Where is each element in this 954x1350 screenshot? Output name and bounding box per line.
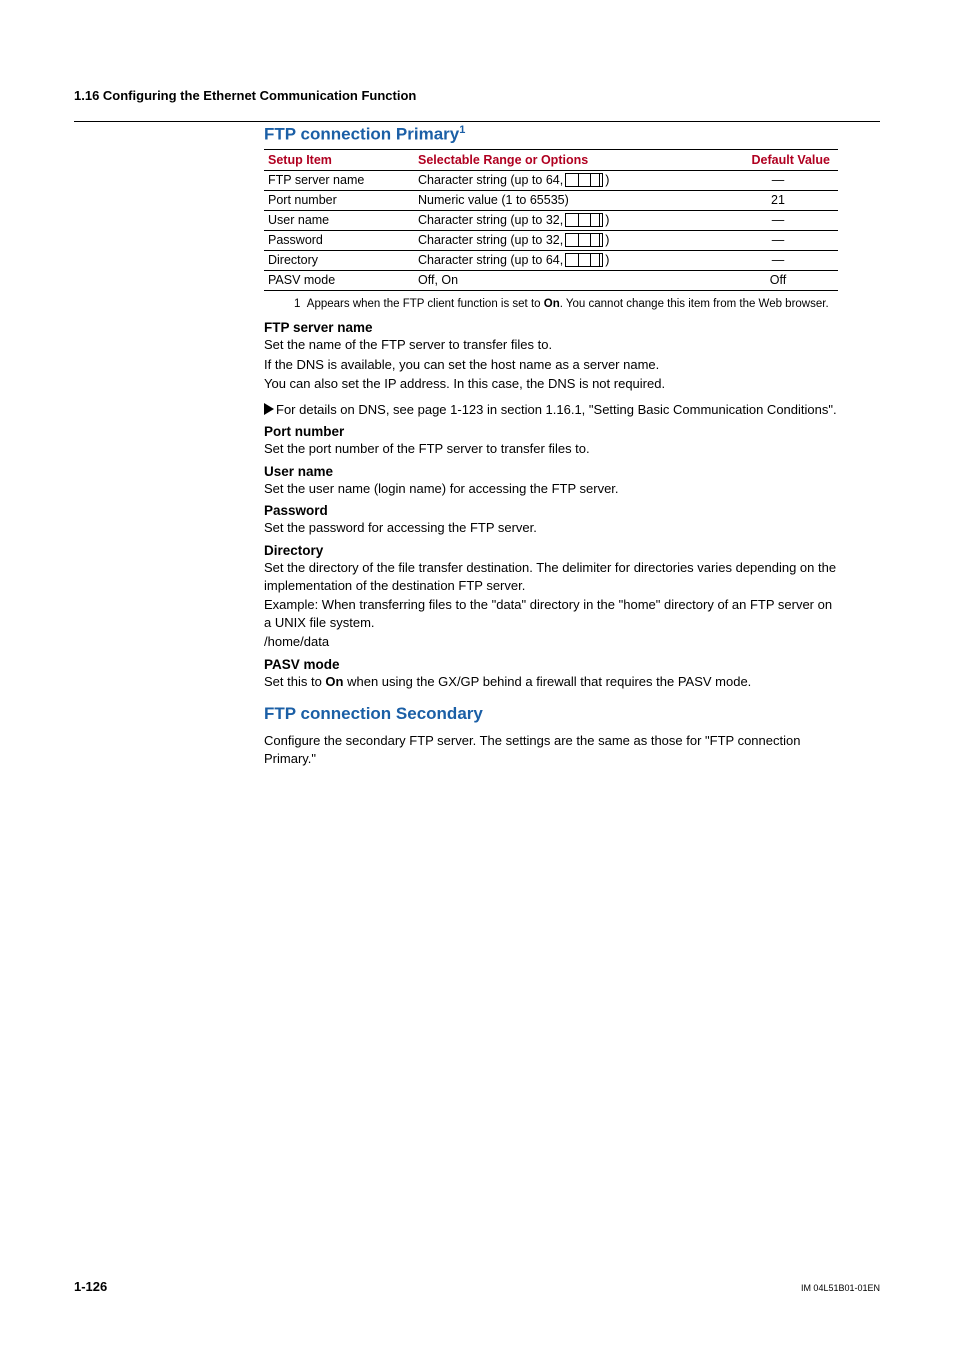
range-prefix: Character string (up to 32, bbox=[418, 213, 563, 227]
cell-range: Character string (up to 32,) bbox=[414, 230, 718, 250]
heading-primary-text: FTP connection Primary bbox=[264, 125, 459, 144]
footnote-num: 1 bbox=[294, 298, 300, 310]
desc-heading: FTP server name bbox=[264, 320, 838, 335]
desc-paragraph: Set the port number of the FTP server to… bbox=[264, 440, 838, 458]
secondary-para: Configure the secondary FTP server. The … bbox=[264, 732, 838, 767]
cell-setup-item: Password bbox=[264, 230, 414, 250]
th-range: Selectable Range or Options bbox=[414, 149, 718, 170]
heading-primary: FTP connection Primary1 bbox=[264, 124, 838, 145]
range-suffix: ) bbox=[605, 173, 609, 187]
th-item: Setup Item bbox=[264, 149, 414, 170]
heading-secondary: FTP connection Secondary bbox=[264, 704, 838, 724]
table-row: User nameCharacter string (up to 32, )― bbox=[264, 210, 838, 230]
footnote-text-a: Appears when the FTP client function is … bbox=[307, 298, 544, 310]
cell-default: ― bbox=[718, 170, 838, 190]
footnote-text-b: . You cannot change this item from the W… bbox=[560, 298, 829, 310]
cell-default: ― bbox=[718, 250, 838, 270]
desc-heading: Password bbox=[264, 503, 838, 518]
cell-default: 21 bbox=[718, 190, 838, 210]
arrow-right-icon bbox=[264, 403, 274, 415]
heading-primary-sup: 1 bbox=[459, 124, 465, 136]
cell-default: Off bbox=[718, 270, 838, 290]
keyboard-icon bbox=[565, 233, 603, 247]
range-suffix: ) bbox=[605, 213, 609, 227]
desc-heading: PASV mode bbox=[264, 657, 838, 672]
text-bold: On bbox=[325, 674, 343, 689]
section-rule bbox=[74, 121, 880, 122]
range-suffix: ) bbox=[605, 253, 609, 267]
desc-paragraph: Set the password for accessing the FTP s… bbox=[264, 519, 838, 537]
keyboard-icon bbox=[565, 173, 603, 187]
table-row: PasswordCharacter string (up to 32,)― bbox=[264, 230, 838, 250]
cell-setup-item: Port number bbox=[264, 190, 414, 210]
setup-table-primary: Setup Item Selectable Range or Options D… bbox=[264, 149, 838, 291]
desc-paragraph: Set the directory of the file transfer d… bbox=[264, 559, 838, 594]
range-suffix: ) bbox=[605, 233, 609, 247]
footnote-bold: On bbox=[544, 298, 560, 310]
doc-code: IM 04L51B01-01EN bbox=[801, 1283, 880, 1293]
desc-paragraph: You can also set the IP address. In this… bbox=[264, 375, 838, 393]
desc-paragraph: Set the name of the FTP server to transf… bbox=[264, 336, 838, 354]
keyboard-icon bbox=[565, 213, 603, 227]
table-row: DirectoryCharacter string (up to 64,)― bbox=[264, 250, 838, 270]
page-footer: 1-126 IM 04L51B01-01EN bbox=[74, 1279, 880, 1294]
cell-setup-item: PASV mode bbox=[264, 270, 414, 290]
cell-default: ― bbox=[718, 230, 838, 250]
desc-heading: Port number bbox=[264, 424, 838, 439]
keyboard-icon bbox=[565, 253, 603, 267]
desc-paragraph: Set the user name (login name) for acces… bbox=[264, 480, 838, 498]
desc-heading: Directory bbox=[264, 543, 838, 558]
desc-paragraph: If the DNS is available, you can set the… bbox=[264, 356, 838, 374]
desc-heading: User name bbox=[264, 464, 838, 479]
section-header: 1.16 Configuring the Ethernet Communicat… bbox=[74, 88, 880, 103]
cell-setup-item: Directory bbox=[264, 250, 414, 270]
footnote-1: 1 Appears when the FTP client function i… bbox=[294, 297, 838, 313]
cell-range: Character string (up to 64,) bbox=[414, 170, 718, 190]
cell-range: Character string (up to 32, ) bbox=[414, 210, 718, 230]
cell-setup-item: FTP server name bbox=[264, 170, 414, 190]
cell-range: Off, On bbox=[414, 270, 718, 290]
range-prefix: Character string (up to 64, bbox=[418, 253, 563, 267]
th-default: Default Value bbox=[718, 149, 838, 170]
cell-default: ― bbox=[718, 210, 838, 230]
table-row: PASV modeOff, OnOff bbox=[264, 270, 838, 290]
range-prefix: Character string (up to 64, bbox=[418, 173, 563, 187]
text-run: Set this to bbox=[264, 674, 325, 689]
page-number: 1-126 bbox=[74, 1279, 107, 1294]
cross-reference: For details on DNS, see page 1-123 in se… bbox=[264, 401, 838, 419]
desc-paragraph: Example: When transferring files to the … bbox=[264, 596, 838, 631]
text-run: when using the GX/GP behind a firewall t… bbox=[343, 674, 751, 689]
cell-range: Character string (up to 64,) bbox=[414, 250, 718, 270]
table-row: Port numberNumeric value (1 to 65535)21 bbox=[264, 190, 838, 210]
desc-paragraph: Set this to On when using the GX/GP behi… bbox=[264, 673, 838, 691]
table-row: FTP server nameCharacter string (up to 6… bbox=[264, 170, 838, 190]
range-prefix: Character string (up to 32, bbox=[418, 233, 563, 247]
desc-paragraph: /home/data bbox=[264, 633, 838, 651]
cell-setup-item: User name bbox=[264, 210, 414, 230]
xref-text: For details on DNS, see page 1-123 in se… bbox=[276, 401, 837, 419]
cell-range: Numeric value (1 to 65535) bbox=[414, 190, 718, 210]
